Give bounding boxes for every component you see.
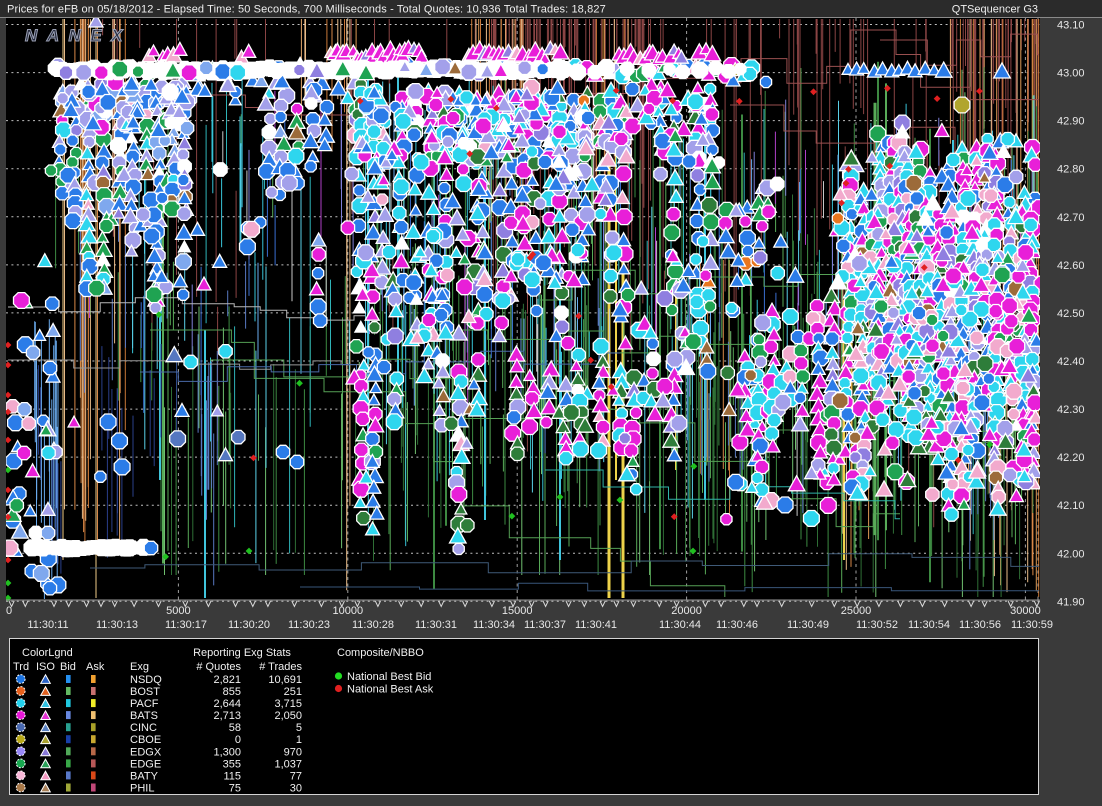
svg-text:Exg: Exg: [130, 661, 149, 673]
svg-text:CBOE: CBOE: [130, 734, 161, 746]
svg-text:42.90: 42.90: [1057, 116, 1085, 128]
svg-text:Bid: Bid: [60, 661, 76, 673]
svg-text:42.60: 42.60: [1057, 260, 1085, 272]
svg-text:5000: 5000: [166, 605, 190, 617]
svg-text:NANEX: NANEX: [25, 26, 132, 45]
svg-text:11:30:52: 11:30:52: [856, 619, 898, 631]
svg-text:2,644: 2,644: [213, 698, 241, 710]
svg-text:2,050: 2,050: [274, 710, 302, 722]
svg-text:Reporting Exg Stats: Reporting Exg Stats: [193, 647, 291, 659]
svg-text:42.00: 42.00: [1057, 548, 1085, 560]
svg-text:115: 115: [223, 770, 241, 782]
svg-text:11:30:54: 11:30:54: [908, 619, 950, 631]
svg-text:11:30:44: 11:30:44: [659, 619, 701, 631]
svg-text:11:30:56: 11:30:56: [959, 619, 1001, 631]
svg-text:11:30:20: 11:30:20: [228, 619, 270, 631]
svg-text:11:30:41: 11:30:41: [575, 619, 617, 631]
svg-text:PHIL: PHIL: [130, 783, 154, 795]
svg-text:11:30:28: 11:30:28: [352, 619, 394, 631]
svg-text:CINC: CINC: [130, 722, 157, 734]
svg-text:10,691: 10,691: [268, 674, 302, 686]
svg-text:QTSequencer G3: QTSequencer G3: [952, 4, 1038, 16]
svg-text:5: 5: [296, 722, 302, 734]
svg-text:355: 355: [223, 758, 241, 770]
svg-text:43.00: 43.00: [1057, 68, 1085, 80]
svg-text:11:30:34: 11:30:34: [473, 619, 515, 631]
svg-text:1,037: 1,037: [274, 758, 302, 770]
svg-text:855: 855: [223, 686, 241, 698]
svg-text:58: 58: [229, 722, 241, 734]
svg-text:BATS: BATS: [130, 710, 158, 722]
svg-text:Ask: Ask: [86, 661, 105, 673]
svg-text:Composite/NBBO: Composite/NBBO: [337, 647, 424, 659]
svg-text:41.90: 41.90: [1057, 596, 1085, 608]
svg-text:11:30:59: 11:30:59: [1011, 619, 1053, 631]
svg-text:2,713: 2,713: [213, 710, 241, 722]
svg-text:11:30:37: 11:30:37: [524, 619, 566, 631]
svg-text:11:30:23: 11:30:23: [288, 619, 330, 631]
svg-text:42.70: 42.70: [1057, 212, 1085, 224]
svg-text:11:30:17: 11:30:17: [165, 619, 207, 631]
svg-text:EDGX: EDGX: [130, 746, 162, 758]
svg-text:NSDQ: NSDQ: [130, 674, 162, 686]
svg-text:20000: 20000: [671, 605, 702, 617]
svg-text:11:30:13: 11:30:13: [96, 619, 138, 631]
svg-text:251: 251: [284, 686, 302, 698]
svg-text:National Best Bid: National Best Bid: [347, 671, 431, 683]
svg-text:ColorLgnd: ColorLgnd: [22, 647, 73, 659]
svg-text:3,715: 3,715: [274, 698, 302, 710]
svg-text:0: 0: [235, 734, 241, 746]
svg-text:970: 970: [284, 746, 302, 758]
svg-text:EDGE: EDGE: [130, 758, 161, 770]
svg-text:42.50: 42.50: [1057, 308, 1085, 320]
svg-text:15000: 15000: [502, 605, 533, 617]
svg-text:42.30: 42.30: [1057, 404, 1085, 416]
svg-text:30: 30: [290, 783, 302, 795]
svg-text:10000: 10000: [333, 605, 364, 617]
svg-text:11:30:11: 11:30:11: [27, 619, 68, 631]
svg-text:30000: 30000: [1010, 605, 1041, 617]
svg-text:2,821: 2,821: [213, 674, 241, 686]
svg-text:77: 77: [290, 770, 302, 782]
svg-text:Trd: Trd: [13, 661, 29, 673]
svg-text:11:30:31: 11:30:31: [415, 619, 457, 631]
svg-text:42.80: 42.80: [1057, 164, 1085, 176]
svg-text:# Trades: # Trades: [259, 661, 302, 673]
svg-text:0: 0: [6, 605, 12, 617]
svg-text:National Best Ask: National Best Ask: [347, 684, 434, 696]
svg-text:43.10: 43.10: [1057, 20, 1085, 32]
svg-text:# Quotes: # Quotes: [196, 661, 241, 673]
svg-text:PACF: PACF: [130, 698, 159, 710]
svg-text:42.20: 42.20: [1057, 452, 1085, 464]
svg-text:1: 1: [296, 734, 302, 746]
svg-text:75: 75: [229, 783, 241, 795]
svg-text:1,300: 1,300: [213, 746, 241, 758]
svg-text:Prices for eFB on 05/18/201: Prices for eFB on 05/18/2012 - Elapsed T…: [7, 4, 606, 16]
svg-text:25000: 25000: [841, 605, 872, 617]
svg-text:BOST: BOST: [130, 686, 160, 698]
svg-text:42.10: 42.10: [1057, 500, 1085, 512]
svg-text:11:30:46: 11:30:46: [716, 619, 758, 631]
svg-text:11:30:49: 11:30:49: [787, 619, 829, 631]
svg-text:ISO: ISO: [36, 661, 55, 673]
svg-text:42.40: 42.40: [1057, 356, 1085, 368]
svg-text:BATY: BATY: [130, 770, 159, 782]
